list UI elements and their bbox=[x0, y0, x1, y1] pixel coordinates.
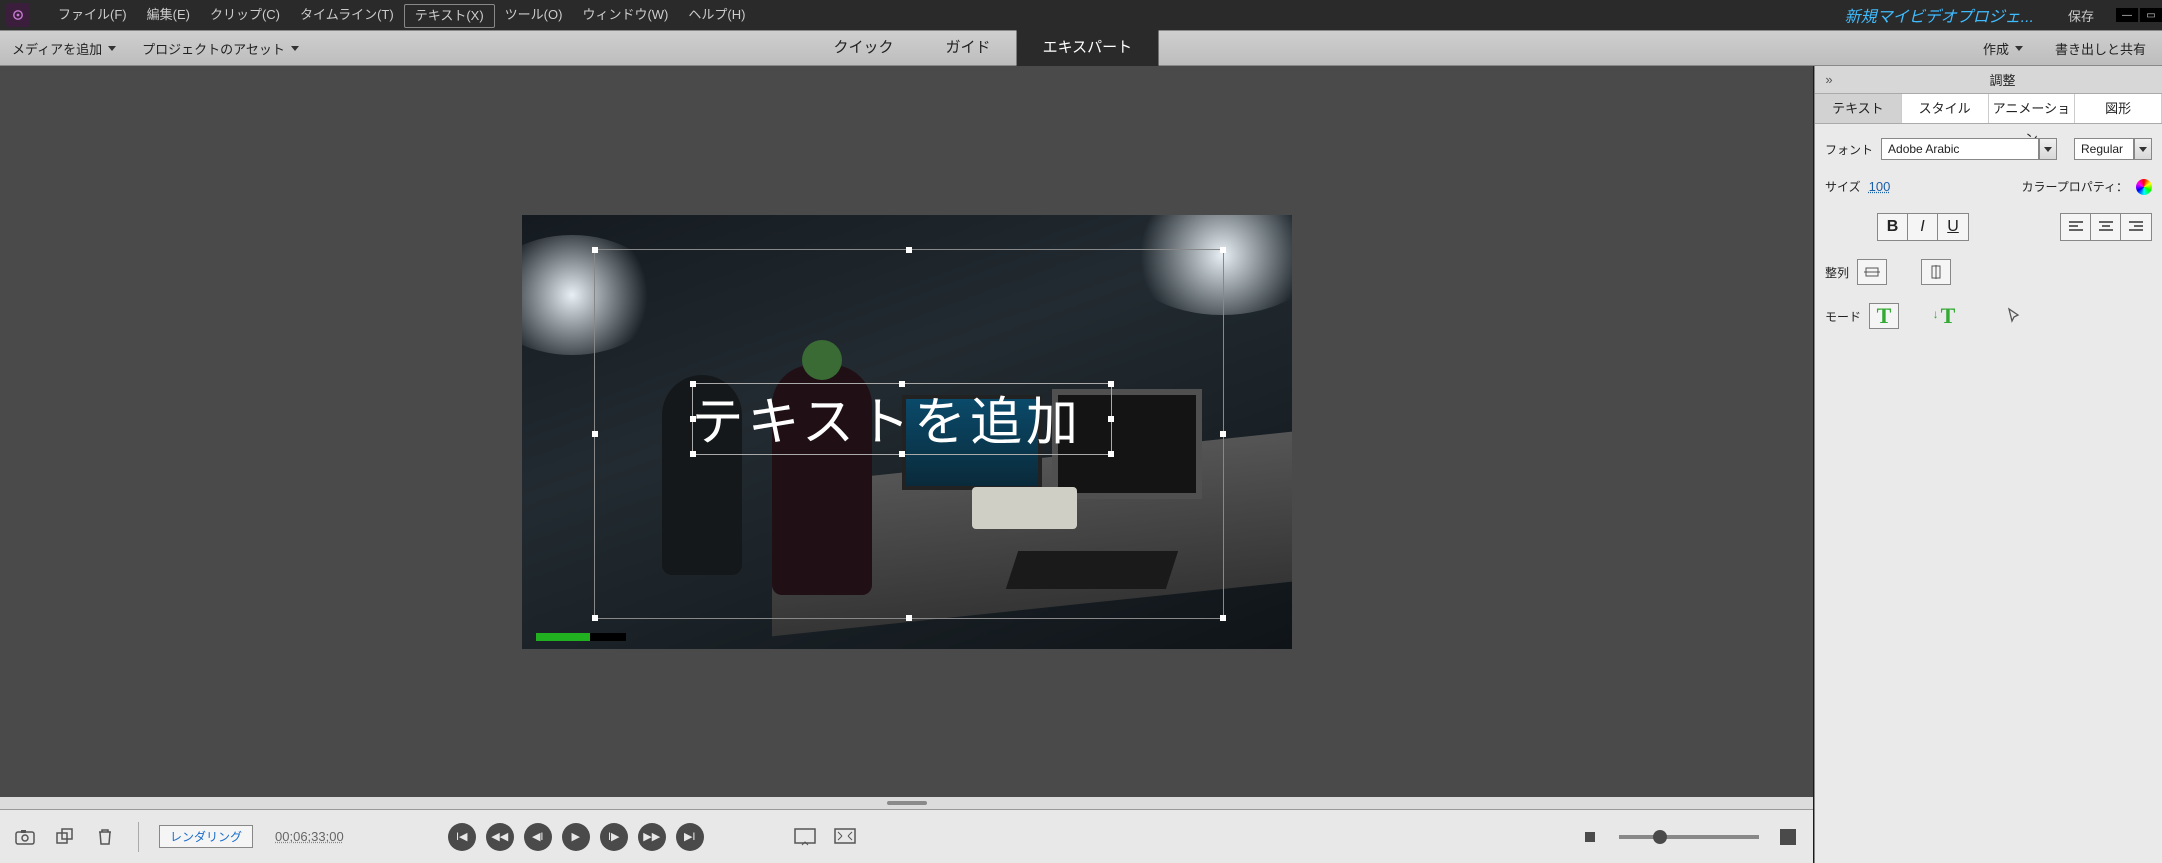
goto-end-button[interactable]: ▶I bbox=[676, 823, 704, 851]
tab-shape[interactable]: 図形 bbox=[2075, 94, 2162, 123]
menu-edit[interactable]: 編集(E) bbox=[137, 0, 200, 30]
size-label: サイズ bbox=[1825, 178, 1861, 195]
align-center-button[interactable] bbox=[2091, 214, 2121, 240]
chevron-down-icon bbox=[108, 46, 116, 51]
project-name: 新規マイビデオプロジェ... bbox=[1825, 3, 2054, 27]
main-area: テキストを追加 レンダリング 00; bbox=[0, 66, 2162, 863]
text-bounding-box[interactable] bbox=[692, 383, 1112, 455]
zoom-slider[interactable] bbox=[1619, 835, 1759, 839]
prev-edit-button[interactable]: ◀◀ bbox=[486, 823, 514, 851]
menu-text[interactable]: テキスト(X) bbox=[404, 4, 495, 28]
adjust-panel: » 調整 テキスト スタイル アニメーション 図形 フォント Adobe Ara… bbox=[1814, 66, 2162, 863]
menu-file[interactable]: ファイル(F) bbox=[48, 0, 137, 30]
add-media-label: メディアを追加 bbox=[12, 39, 102, 58]
freeze-frame-button[interactable] bbox=[52, 824, 78, 850]
align-label: 整列 bbox=[1825, 264, 1849, 281]
vertical-type-button[interactable]: T↓ bbox=[1933, 303, 1963, 329]
project-assets-label: プロジェクトのアセット bbox=[142, 39, 285, 58]
secondary-bar: メディアを追加 プロジェクトのアセット クイック ガイド エキスパート 作成 書… bbox=[0, 30, 2162, 66]
step-fwd-button[interactable]: I▶ bbox=[600, 823, 628, 851]
render-button[interactable]: レンダリング bbox=[159, 825, 253, 848]
font-weight-select[interactable]: Regular bbox=[2074, 138, 2134, 160]
font-family-select[interactable]: Adobe Arabic bbox=[1881, 138, 2039, 160]
panel-title: 調整 bbox=[1843, 70, 2162, 89]
menu-help[interactable]: ヘルプ(H) bbox=[678, 0, 755, 30]
bold-button[interactable]: B bbox=[1878, 214, 1908, 240]
chevron-down-icon bbox=[2015, 46, 2023, 51]
chevron-down-icon bbox=[291, 46, 299, 51]
tab-text[interactable]: テキスト bbox=[1815, 94, 1902, 123]
mode-label: モード bbox=[1825, 308, 1861, 325]
fullscreen-button[interactable] bbox=[832, 824, 858, 850]
menu-timeline[interactable]: タイムライン(T) bbox=[290, 0, 404, 30]
tab-animation[interactable]: アニメーション bbox=[1989, 94, 2076, 123]
align-horizontal-button[interactable] bbox=[1857, 259, 1887, 285]
add-media-dropdown[interactable]: メディアを追加 bbox=[0, 39, 128, 58]
preview-stage[interactable]: テキストを追加 bbox=[0, 66, 1813, 797]
video-preview[interactable]: テキストを追加 bbox=[522, 215, 1292, 649]
menu-tools[interactable]: ツール(O) bbox=[495, 0, 573, 30]
align-right-button[interactable] bbox=[2121, 214, 2151, 240]
safe-margins-button[interactable] bbox=[792, 824, 818, 850]
play-button[interactable]: ▶ bbox=[562, 823, 590, 851]
zoom-slider-thumb[interactable] bbox=[1653, 830, 1667, 844]
weight-dropdown-button[interactable] bbox=[2134, 138, 2152, 160]
horizontal-type-button[interactable]: T bbox=[1869, 303, 1899, 329]
trash-button[interactable] bbox=[92, 824, 118, 850]
minimize-button[interactable]: — bbox=[2116, 8, 2138, 22]
menu-window[interactable]: ウィンドウ(W) bbox=[572, 0, 678, 30]
minimap-icon bbox=[536, 633, 626, 641]
chevron-down-icon bbox=[2044, 147, 2052, 152]
color-props-label: カラープロパティ： bbox=[2021, 178, 2128, 195]
align-left-button[interactable] bbox=[2061, 214, 2091, 240]
app-logo-icon bbox=[6, 3, 30, 27]
panel-collapse-button[interactable]: » bbox=[1815, 72, 1843, 87]
mode-quick[interactable]: クイック bbox=[808, 30, 920, 66]
panel-resize-handle[interactable] bbox=[0, 797, 1813, 809]
align-vertical-button[interactable] bbox=[1921, 259, 1951, 285]
color-picker-button[interactable] bbox=[2136, 179, 2152, 195]
font-dropdown-button[interactable] bbox=[2039, 138, 2057, 160]
stage-column: テキストを追加 レンダリング 00; bbox=[0, 66, 1814, 863]
font-size-input[interactable]: 100 bbox=[1869, 179, 1903, 194]
italic-button[interactable]: I bbox=[1908, 214, 1938, 240]
project-assets-dropdown[interactable]: プロジェクトのアセット bbox=[130, 39, 311, 58]
menubar: ファイル(F) 編集(E) クリップ(C) タイムライン(T) テキスト(X) … bbox=[0, 0, 2162, 30]
save-button[interactable]: 保存 bbox=[2054, 6, 2108, 25]
step-back-button[interactable]: ◀I bbox=[524, 823, 552, 851]
next-edit-button[interactable]: ▶▶ bbox=[638, 823, 666, 851]
snapshot-button[interactable] bbox=[12, 824, 38, 850]
control-bar: レンダリング 00;06;33;00 I◀ ◀◀ ◀I ▶ I▶ ▶▶ ▶I bbox=[0, 809, 1813, 863]
chevron-down-icon bbox=[2139, 147, 2147, 152]
underline-button[interactable]: U bbox=[1938, 214, 1968, 240]
timecode-display[interactable]: 00;06;33;00 bbox=[275, 829, 344, 844]
menu-clip[interactable]: クリップ(C) bbox=[200, 0, 290, 30]
goto-start-button[interactable]: I◀ bbox=[448, 823, 476, 851]
create-label: 作成 bbox=[1983, 39, 2009, 58]
maximize-button[interactable]: ▭ bbox=[2140, 8, 2162, 22]
zoom-out-small-icon[interactable] bbox=[1577, 824, 1603, 850]
create-dropdown[interactable]: 作成 bbox=[1967, 39, 2039, 58]
tab-style[interactable]: スタイル bbox=[1902, 94, 1989, 123]
mode-guided[interactable]: ガイド bbox=[920, 30, 1017, 66]
export-share-button[interactable]: 書き出しと共有 bbox=[2039, 39, 2162, 58]
mode-expert[interactable]: エキスパート bbox=[1017, 30, 1159, 66]
export-label: 書き出しと共有 bbox=[2055, 39, 2146, 58]
zoom-in-large-icon[interactable] bbox=[1775, 824, 1801, 850]
font-label: フォント bbox=[1825, 141, 1873, 158]
selection-tool-button[interactable] bbox=[2007, 307, 2023, 325]
